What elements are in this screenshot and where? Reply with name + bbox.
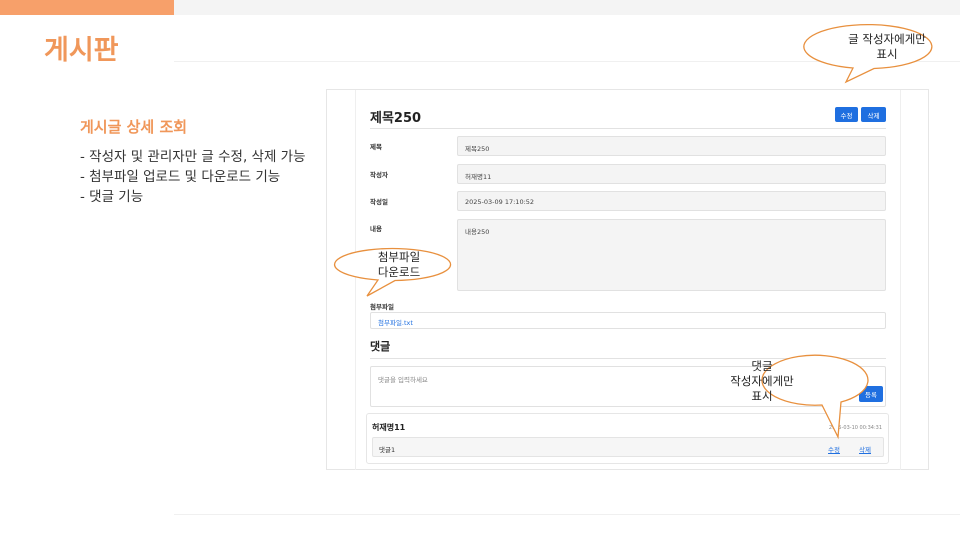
comment-author: 허재명11 [372,423,406,432]
divider [370,128,886,129]
title-label: 제목 [370,143,382,151]
delete-button[interactable]: 삭제 [861,107,886,122]
post-title: 제목250 [370,111,422,126]
content-field: 내용250 [457,219,886,291]
date-label: 작성일 [370,198,388,206]
title-field: 제목250 [457,136,886,156]
post-detail-container: 제목250 수정 삭제 제목 제목250 작성자 허재명11 작성일 2025-… [355,90,901,470]
edit-button[interactable]: 수정 [835,107,858,122]
comments-heading: 댓글 [370,340,391,353]
feature-item: - 작성자 및 관리자만 글 수정, 삭제 가능 [80,149,306,165]
callout-comment-text: 댓글 작성자에게만 표시 [730,359,794,403]
feature-item: - 댓글 기능 [80,189,144,205]
header-bar [174,0,960,15]
attachment-link[interactable]: 첨부파일.txt [378,319,413,327]
feature-list: - 작성자 및 관리자만 글 수정, 삭제 가능 - 첨부파일 업로드 및 다운… [80,147,306,207]
slide-title: 게시판 [44,35,119,66]
comment-item: 허재명11 2025-03-10 00:34:31 댓글1 수정 삭제 [366,413,889,464]
attachment-label: 첨부파일 [370,303,394,311]
comment-text: 댓글1 [379,446,396,454]
feature-item: - 첨부파일 업로드 및 다운로드 기능 [80,169,281,185]
comment-timestamp: 2025-03-10 00:34:31 [828,425,882,431]
comment-edit-link[interactable]: 수정 [828,444,840,454]
comment-body: 댓글1 수정 삭제 [372,437,884,457]
divider [174,514,960,515]
register-comment-button[interactable]: 등록 [859,386,883,402]
callout-author-only-text: 글 작성자에게만 표시 [848,32,926,61]
content-label: 내용 [370,225,382,233]
date-field: 2025-03-09 17:10:52 [457,191,886,211]
header-accent-bar [0,0,174,15]
callout-download-text: 첨부파일 다운로드 [377,250,421,279]
author-label: 작성자 [370,171,388,179]
author-field: 허재명11 [457,164,886,184]
attachment-box: 첨부파일.txt [370,312,886,329]
section-title: 게시글 상세 조회 [80,118,188,136]
comment-delete-link[interactable]: 삭제 [859,444,871,454]
